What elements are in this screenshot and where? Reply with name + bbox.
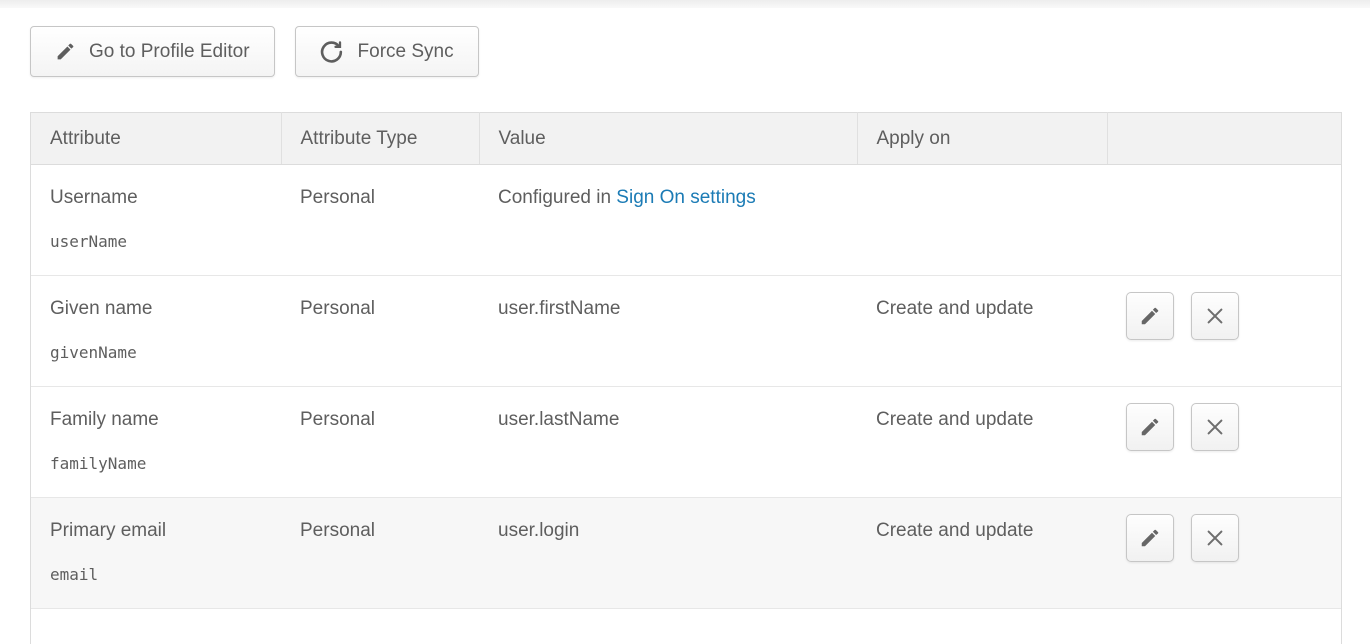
column-header-value: Value xyxy=(479,113,857,165)
attribute-label: Username xyxy=(50,186,271,210)
pencil-icon xyxy=(55,41,76,62)
value-prefix-text: Configured in xyxy=(498,187,616,208)
sign-on-settings-link[interactable]: Sign On settings xyxy=(616,187,755,208)
actions-cell xyxy=(1107,498,1341,609)
apply-on-value: Create and update xyxy=(876,519,1097,543)
value-cell: user.firstName xyxy=(479,276,857,387)
attribute-type-value: Personal xyxy=(300,408,469,432)
attribute-variable-name: email xyxy=(50,565,271,585)
pencil-icon xyxy=(1139,416,1161,438)
attribute-label: Family name xyxy=(50,408,271,432)
go-to-profile-editor-label: Go to Profile Editor xyxy=(89,41,250,63)
attribute-type-cell: Personal xyxy=(281,165,479,276)
force-sync-label: Force Sync xyxy=(358,41,454,63)
column-header-attribute: Attribute xyxy=(31,113,281,165)
value-cell: user.lastName xyxy=(479,387,857,498)
column-header-actions xyxy=(1107,113,1341,165)
value-cell: user.login xyxy=(479,498,857,609)
attribute-variable-name: familyName xyxy=(50,454,271,474)
x-icon xyxy=(1204,305,1226,327)
toolbar: Go to Profile Editor Force Sync xyxy=(30,26,1370,77)
attribute-cell: Given name givenName xyxy=(31,276,281,387)
attribute-cell: Family name familyName xyxy=(31,387,281,498)
column-header-attribute-type: Attribute Type xyxy=(281,113,479,165)
attribute-cell: Username userName xyxy=(31,165,281,276)
attribute-type-cell: Personal xyxy=(281,387,479,498)
edit-mapping-button[interactable] xyxy=(1126,292,1174,340)
attribute-variable-name: userName xyxy=(50,232,271,252)
delete-mapping-button[interactable] xyxy=(1191,403,1239,451)
table-row: Primary email email Personal user.login … xyxy=(31,498,1341,609)
top-divider xyxy=(0,0,1370,8)
pencil-icon xyxy=(1139,527,1161,549)
force-sync-button[interactable]: Force Sync xyxy=(295,26,479,77)
apply-on-value: Create and update xyxy=(876,297,1097,321)
go-to-profile-editor-button[interactable]: Go to Profile Editor xyxy=(30,26,275,77)
value-expression: user.login xyxy=(498,520,579,541)
column-header-apply-on: Apply on xyxy=(857,113,1107,165)
actions-cell xyxy=(1107,387,1341,498)
refresh-icon xyxy=(320,39,345,64)
value-expression: user.lastName xyxy=(498,409,619,430)
edit-mapping-button[interactable] xyxy=(1126,514,1174,562)
attribute-cell: Primary email email xyxy=(31,498,281,609)
attribute-label: Given name xyxy=(50,297,271,321)
attribute-variable-name: givenName xyxy=(50,343,271,363)
apply-on-cell: Create and update xyxy=(857,276,1107,387)
actions-cell xyxy=(1107,276,1341,387)
apply-on-cell xyxy=(857,165,1107,276)
attribute-type-value: Personal xyxy=(300,186,469,210)
attribute-label: Primary email xyxy=(50,519,271,543)
attribute-type-cell: Personal xyxy=(281,498,479,609)
attribute-mappings-table: Attribute Attribute Type Value Apply on … xyxy=(30,112,1342,644)
actions-cell xyxy=(1107,165,1341,276)
delete-mapping-button[interactable] xyxy=(1191,292,1239,340)
apply-on-cell: Create and update xyxy=(857,498,1107,609)
x-icon xyxy=(1204,527,1226,549)
table-row: Family name familyName Personal user.las… xyxy=(31,387,1341,498)
x-icon xyxy=(1204,416,1226,438)
delete-mapping-button[interactable] xyxy=(1191,514,1239,562)
apply-on-value: Create and update xyxy=(876,408,1097,432)
value-expression: user.firstName xyxy=(498,298,620,319)
value-cell: Configured in Sign On settings xyxy=(479,165,857,276)
pencil-icon xyxy=(1139,305,1161,327)
attribute-type-value: Personal xyxy=(300,519,469,543)
edit-mapping-button[interactable] xyxy=(1126,403,1174,451)
table-row: Username userName Personal Configured in… xyxy=(31,165,1341,276)
table-row: Given name givenName Personal user.first… xyxy=(31,276,1341,387)
attribute-type-cell: Personal xyxy=(281,276,479,387)
attribute-type-value: Personal xyxy=(300,297,469,321)
table-header-row: Attribute Attribute Type Value Apply on xyxy=(31,113,1341,165)
apply-on-cell: Create and update xyxy=(857,387,1107,498)
